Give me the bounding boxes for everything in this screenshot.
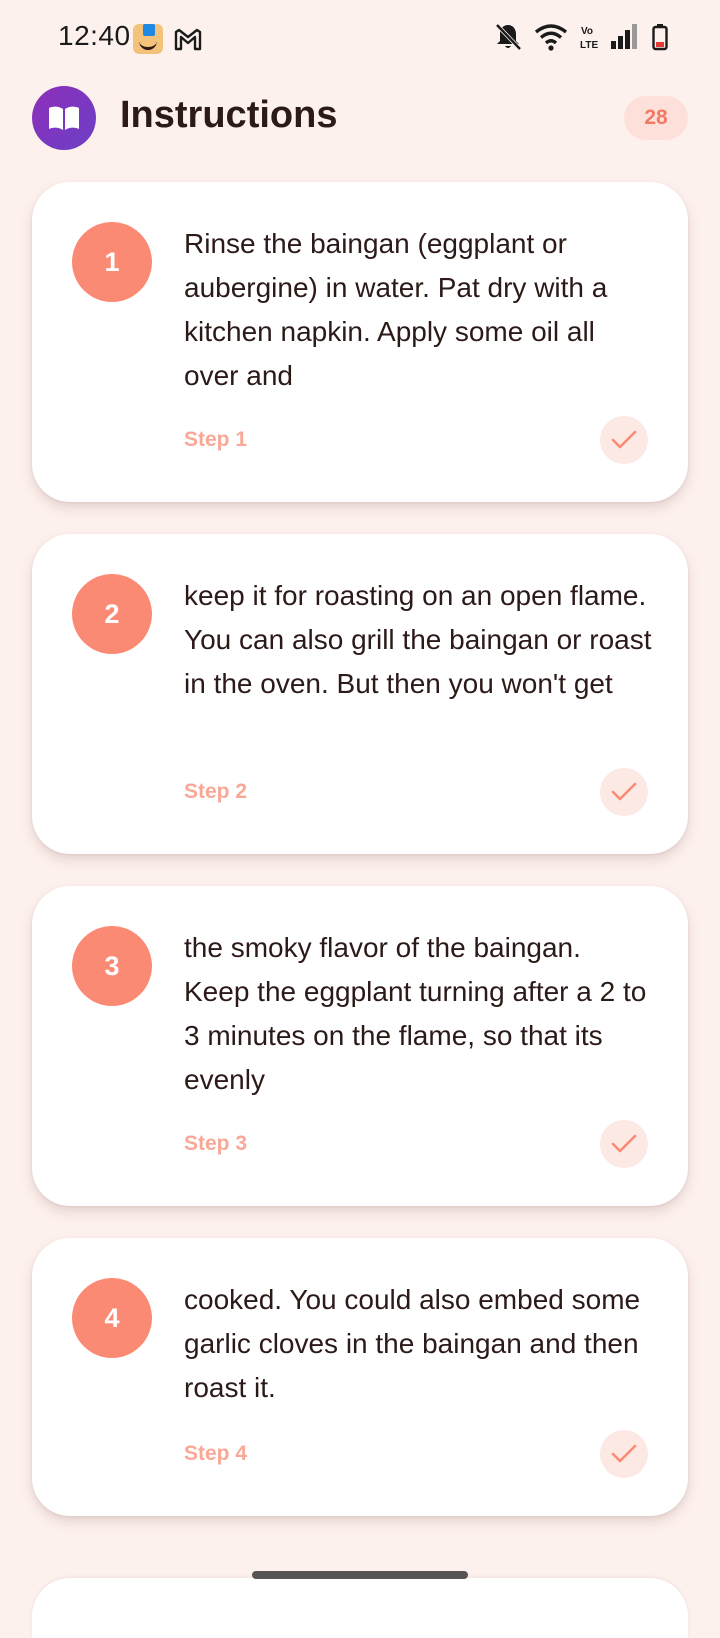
- system-icons: Vo LTE: [494, 22, 668, 52]
- svg-text:LTE: LTE: [580, 40, 598, 51]
- mark-done-button[interactable]: [600, 1120, 648, 1168]
- step-count-badge: 28: [624, 96, 688, 140]
- step-number-badge: 2: [72, 574, 152, 654]
- step-text: cooked. You could also embed some garlic…: [184, 1284, 641, 1403]
- step-label: Step 4: [184, 1442, 248, 1465]
- step-card: 2 keep it for roasting on an open flame.…: [32, 534, 688, 854]
- signal-icon: [611, 24, 637, 49]
- step-card: 3 the smoky flavor of the baingan. Keep …: [32, 886, 688, 1206]
- volte-icon: Vo LTE: [580, 26, 598, 51]
- step-text: the smoky flavor of the baingan. Keep th…: [184, 932, 647, 1095]
- step-card: 4 cooked. You could also embed some garl…: [32, 1238, 688, 1516]
- gmail-icon: [174, 28, 202, 51]
- step-number-badge: 4: [72, 1278, 152, 1358]
- mark-done-button[interactable]: [600, 416, 648, 464]
- step-label: Step 2: [184, 780, 248, 803]
- svg-text:Vo: Vo: [581, 26, 593, 37]
- notification-icons: [133, 24, 203, 54]
- app-logo: [32, 86, 96, 150]
- status-time: 12:40: [58, 20, 131, 51]
- status-bar: 12:40 Vo LTE: [0, 0, 720, 78]
- bell-off-icon: [495, 23, 522, 51]
- step-label: Step 1: [184, 428, 248, 451]
- step-number-badge: 1: [72, 222, 152, 302]
- mark-done-button[interactable]: [600, 1430, 648, 1478]
- check-icon: [611, 782, 637, 801]
- next-step-card: [32, 1578, 688, 1638]
- app-header: Instructions 28: [32, 86, 688, 150]
- page-title: Instructions: [120, 94, 338, 136]
- step-label: Step 3: [184, 1132, 248, 1155]
- step-card: 1 Rinse the baingan (eggplant or aubergi…: [32, 182, 688, 502]
- wifi-icon: [534, 24, 568, 51]
- check-icon: [611, 1134, 637, 1153]
- step-number-badge: 3: [72, 926, 152, 1006]
- check-icon: [611, 430, 637, 449]
- amazon-app-icon: [133, 24, 163, 54]
- check-icon: [611, 1444, 637, 1463]
- battery-low-icon: [652, 24, 668, 51]
- home-indicator[interactable]: [252, 1571, 468, 1579]
- step-text: keep it for roasting on an open flame. Y…: [184, 580, 652, 699]
- open-book-icon: [49, 106, 79, 130]
- mark-done-button[interactable]: [600, 768, 648, 816]
- step-text: Rinse the baingan (eggplant or aubergine…: [184, 228, 608, 391]
